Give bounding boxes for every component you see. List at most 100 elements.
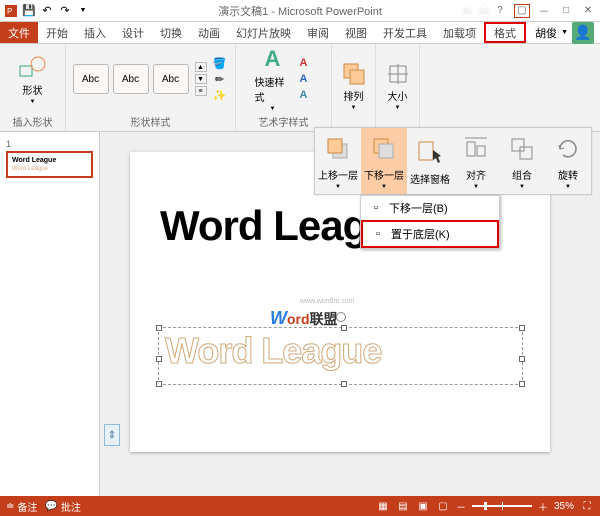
fit-slide-icon[interactable]: ⇕ (104, 424, 120, 446)
normal-view-icon[interactable]: ▦ (376, 499, 390, 513)
dropdown-icon: ▼ (381, 184, 387, 190)
dropdown-icon: ▼ (30, 99, 36, 105)
resize-handle[interactable] (156, 325, 162, 331)
window-title: 演示文稿1 - Microsoft PowerPoint (218, 3, 382, 19)
send-to-back-icon: ▫ (371, 227, 385, 241)
user-dropdown-icon[interactable]: ▼ (561, 29, 568, 36)
gallery-more-icon[interactable]: ≡ (195, 86, 207, 96)
quick-style-icon: A (265, 46, 281, 72)
text-effects-icon[interactable]: A (295, 88, 313, 102)
zoom-in-button[interactable]: ＋ (538, 499, 548, 514)
notes-button[interactable]: ≐ 备注 (6, 499, 37, 514)
resize-handle[interactable] (519, 381, 525, 387)
size-label: 大小 (388, 88, 408, 103)
gallery-down-icon[interactable]: ▼ (195, 74, 207, 84)
qat-dropdown-icon[interactable]: ▼ (76, 4, 90, 18)
resize-handle[interactable] (519, 325, 525, 331)
user-name[interactable]: 胡俊 (535, 25, 557, 41)
tab-format[interactable]: 格式 (484, 22, 526, 43)
group-wordart: 艺术字样式 (259, 114, 309, 129)
size-icon (386, 62, 410, 86)
tab-design[interactable]: 设计 (114, 22, 152, 43)
arrange-button[interactable]: 排列 ▼ (336, 62, 372, 111)
save-icon[interactable]: 💾 (22, 4, 36, 18)
shape-style-2[interactable]: Abc (113, 64, 149, 94)
bring-forward-button[interactable]: 上移一层 ▼ (315, 128, 361, 194)
reading-view-icon[interactable]: ▣ (416, 499, 430, 513)
group-shape-style: 形状样式 (131, 114, 171, 129)
notes-icon: ≐ (6, 501, 14, 512)
text-outline-icon[interactable]: A (295, 72, 313, 86)
send-backward-icon: ▫ (369, 201, 383, 215)
comments-button[interactable]: 💬 批注 (45, 499, 80, 514)
maximize-icon[interactable]: □ (558, 4, 574, 18)
tab-developer[interactable]: 开发工具 (375, 22, 435, 43)
selection-pane-button[interactable]: 选择窗格 (407, 128, 453, 194)
tab-file[interactable]: 文件 (0, 22, 38, 43)
dropdown-icon: ▼ (565, 184, 571, 190)
undo-icon[interactable]: ↶ (40, 4, 54, 18)
quick-style-label: 快速样式 (255, 74, 291, 104)
menu-send-backward[interactable]: ▫ 下移一层(B) (361, 196, 499, 220)
text-fill-icon[interactable]: A (295, 56, 313, 70)
shapes-button[interactable]: 形状 ▼ (15, 54, 51, 105)
gallery-up-icon[interactable]: ▲ (195, 62, 207, 72)
send-backward-icon (371, 133, 397, 165)
sorter-view-icon[interactable]: ▤ (396, 499, 410, 513)
redo-icon[interactable]: ↷ (58, 4, 72, 18)
menu-send-to-back[interactable]: ▫ 置于底层(K) (361, 220, 499, 248)
dropdown-icon: ▼ (519, 184, 525, 190)
tab-transitions[interactable]: 切换 (152, 22, 190, 43)
tab-insert[interactable]: 插入 (76, 22, 114, 43)
dropdown-icon: ▼ (351, 105, 357, 111)
group-button[interactable]: 组合 ▼ (499, 128, 545, 194)
tab-addins[interactable]: 加载项 (435, 22, 484, 43)
watermark-icon: ☠ ☠ (461, 2, 490, 19)
shape-outline-icon[interactable]: ✏ (211, 72, 229, 86)
fit-window-icon[interactable]: ⛶ (580, 499, 594, 513)
resize-handle[interactable] (519, 356, 525, 362)
resize-handle[interactable] (156, 381, 162, 387)
shapes-icon (18, 54, 48, 80)
slide-thumbnail[interactable]: Word League Word League (6, 151, 93, 178)
svg-text:P: P (7, 7, 12, 16)
shape-effects-icon[interactable]: ✨ (211, 88, 229, 102)
selection-pane-icon (417, 137, 443, 169)
dropdown-icon: ▼ (473, 184, 479, 190)
dropdown-icon: ▼ (270, 106, 276, 112)
ribbon-options-icon[interactable]: ▢ (514, 4, 530, 18)
zoom-slider[interactable] (472, 505, 532, 507)
group-insert-shape: 插入形状 (13, 114, 53, 129)
rotate-button[interactable]: 旋转 ▼ (545, 128, 591, 194)
close-icon[interactable]: ✕ (580, 4, 596, 18)
rotate-handle-icon[interactable] (336, 312, 346, 322)
size-button[interactable]: 大小 ▼ (380, 62, 416, 111)
bring-forward-icon (325, 133, 351, 165)
minimize-icon[interactable]: － (536, 4, 552, 18)
group-icon (509, 133, 535, 165)
avatar[interactable]: 👤 (572, 22, 594, 44)
watermark-logo: www.wordlm.com Word联盟 (270, 308, 338, 329)
quick-style-button[interactable]: A 快速样式 ▼ (255, 46, 291, 112)
outline-text[interactable]: Word League (165, 330, 381, 372)
tab-slideshow[interactable]: 幻灯片放映 (228, 22, 299, 43)
align-button[interactable]: 对齐 ▼ (453, 128, 499, 194)
shape-fill-icon[interactable]: 🪣 (211, 56, 229, 70)
resize-handle[interactable] (341, 381, 347, 387)
shapes-label: 形状 (23, 82, 43, 97)
shape-style-1[interactable]: Abc (73, 64, 109, 94)
arrange-icon (342, 62, 366, 86)
help-icon[interactable]: ? (492, 4, 508, 18)
tab-animations[interactable]: 动画 (190, 22, 228, 43)
tab-review[interactable]: 审阅 (299, 22, 337, 43)
tab-view[interactable]: 视图 (337, 22, 375, 43)
slideshow-view-icon[interactable]: ▢ (436, 499, 450, 513)
rotate-icon (555, 133, 581, 165)
zoom-out-button[interactable]: － (456, 499, 466, 514)
send-backward-button[interactable]: 下移一层 ▼ (361, 128, 407, 194)
resize-handle[interactable] (156, 356, 162, 362)
tab-home[interactable]: 开始 (38, 22, 76, 43)
shape-style-3[interactable]: Abc (153, 64, 189, 94)
arrange-label: 排列 (344, 88, 364, 103)
zoom-value[interactable]: 35% (554, 501, 574, 512)
